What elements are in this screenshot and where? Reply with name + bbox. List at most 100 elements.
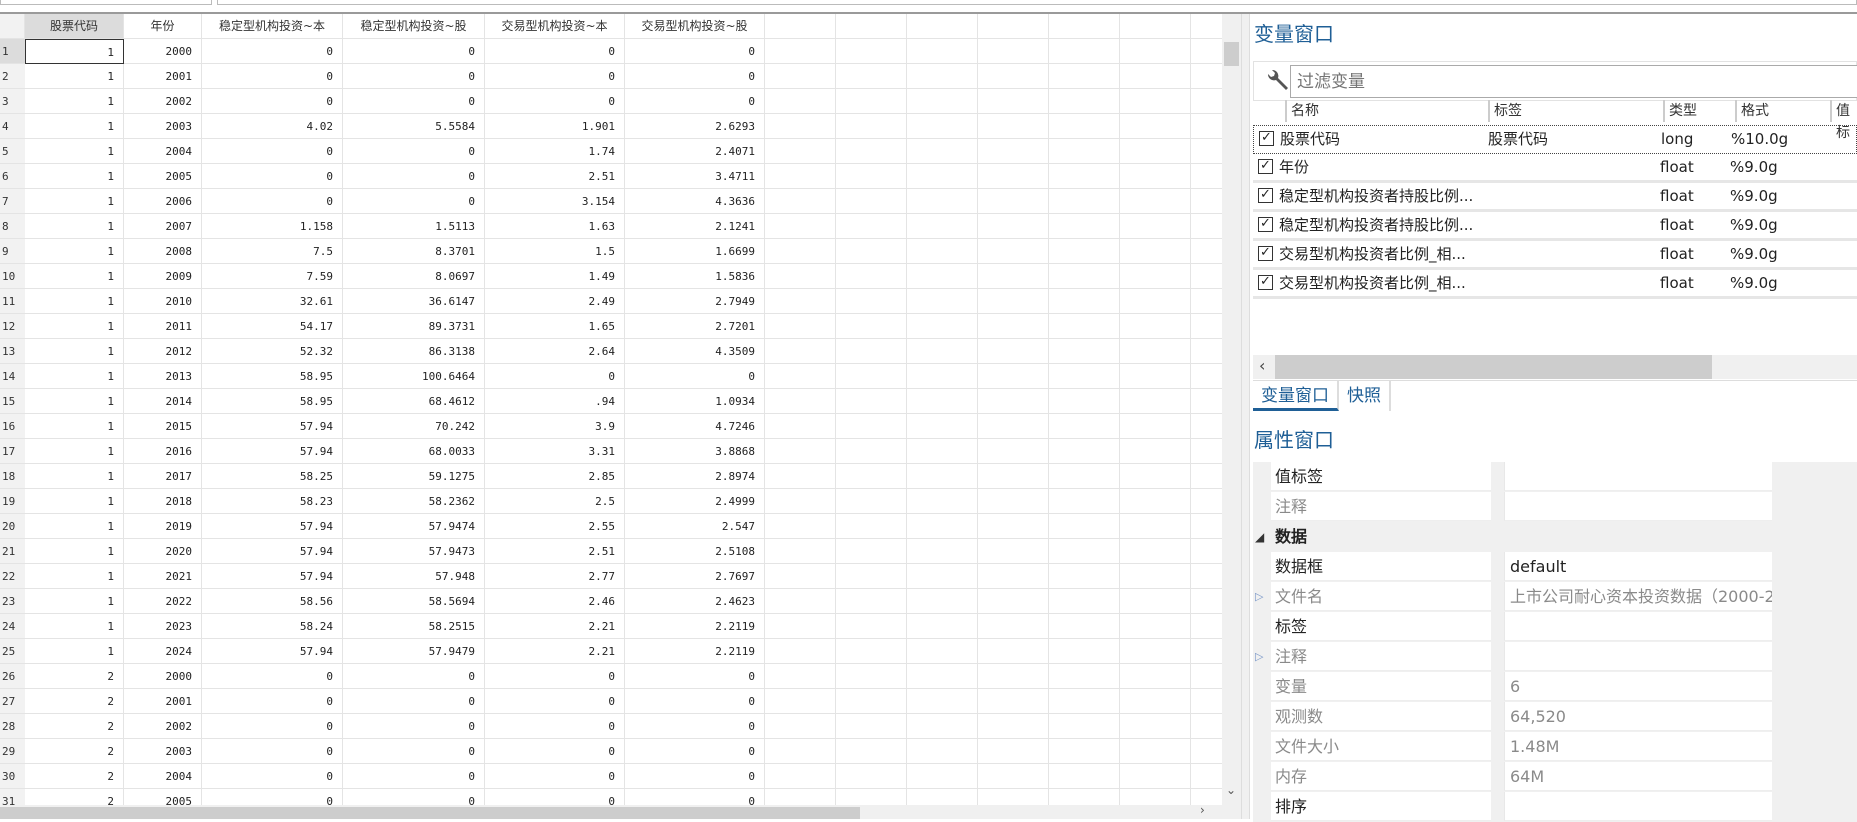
empty-cell[interactable]	[978, 89, 1049, 114]
table-cell[interactable]: 3.4711	[625, 164, 765, 189]
empty-cell[interactable]	[1049, 764, 1120, 789]
empty-cell[interactable]	[1191, 139, 1222, 164]
empty-cell[interactable]	[1120, 339, 1191, 364]
table-cell[interactable]: 4.7246	[625, 414, 765, 439]
empty-cell[interactable]	[907, 789, 978, 805]
table-cell[interactable]: 1	[25, 214, 124, 239]
table-cell[interactable]: 2004	[124, 139, 202, 164]
empty-cell[interactable]	[907, 664, 978, 689]
empty-cell[interactable]	[978, 214, 1049, 239]
empty-cell[interactable]	[1191, 389, 1222, 414]
table-cell[interactable]: 2	[25, 739, 124, 764]
empty-cell[interactable]	[836, 539, 907, 564]
empty-cell[interactable]	[1049, 514, 1120, 539]
empty-cell[interactable]	[1049, 239, 1120, 264]
table-cell[interactable]: 100.6464	[343, 364, 485, 389]
empty-cell[interactable]	[907, 589, 978, 614]
empty-cell[interactable]	[1049, 489, 1120, 514]
table-cell[interactable]: 2005	[124, 789, 202, 805]
table-cell[interactable]: 0	[625, 764, 765, 789]
property-row[interactable]: 注释	[1253, 492, 1857, 522]
table-cell[interactable]: 0	[485, 689, 625, 714]
empty-cell[interactable]	[978, 514, 1049, 539]
table-cell[interactable]: 1.5836	[625, 264, 765, 289]
empty-cell[interactable]	[1120, 789, 1191, 805]
empty-cell[interactable]	[836, 614, 907, 639]
empty-cell[interactable]	[1049, 714, 1120, 739]
table-cell[interactable]: 1	[25, 439, 124, 464]
empty-cell[interactable]	[765, 314, 836, 339]
table-cell[interactable]: 1	[25, 289, 124, 314]
property-row[interactable]: 内存 64M	[1253, 762, 1857, 792]
data-grid[interactable]: 股票代码 年份 稳定型机构投资~本 稳定型机构投资~股 交易型机构投资~本 交易型机构投资…	[0, 14, 1222, 805]
empty-cell[interactable]	[907, 214, 978, 239]
table-cell[interactable]: 2	[25, 689, 124, 714]
empty-cell[interactable]	[765, 364, 836, 389]
variable-row[interactable]: ✓ 交易型机构投资者比例_相... float %9.0g	[1253, 270, 1857, 299]
column-header[interactable]: 交易型机构投资~本	[485, 14, 625, 39]
table-cell[interactable]: 2.4071	[625, 139, 765, 164]
checkbox-checked[interactable]: ✓	[1258, 275, 1273, 290]
checkbox-checked[interactable]: ✓	[1259, 131, 1274, 146]
empty-cell[interactable]	[1049, 189, 1120, 214]
empty-cell[interactable]	[836, 589, 907, 614]
empty-cell[interactable]	[836, 114, 907, 139]
table-cell[interactable]: 2005	[124, 164, 202, 189]
row-number[interactable]: 28	[0, 714, 25, 739]
row-number[interactable]: 6	[0, 164, 25, 189]
table-cell[interactable]: 0	[343, 764, 485, 789]
empty-cell[interactable]	[836, 664, 907, 689]
table-cell[interactable]: 59.1275	[343, 464, 485, 489]
table-cell[interactable]: 5.5584	[343, 114, 485, 139]
empty-cell[interactable]	[1120, 564, 1191, 589]
empty-cell[interactable]	[907, 189, 978, 214]
empty-cell[interactable]	[1120, 264, 1191, 289]
column-header[interactable]: 年份	[124, 14, 202, 39]
table-cell[interactable]: .94	[485, 389, 625, 414]
empty-cell[interactable]	[836, 214, 907, 239]
column-header-name[interactable]: 名称	[1285, 100, 1319, 122]
empty-cell[interactable]	[1049, 289, 1120, 314]
table-cell[interactable]: 57.9474	[343, 514, 485, 539]
empty-cell[interactable]	[1191, 639, 1222, 664]
empty-cell[interactable]	[1120, 589, 1191, 614]
table-cell[interactable]: 3.8868	[625, 439, 765, 464]
table-cell[interactable]: 2008	[124, 239, 202, 264]
empty-cell[interactable]	[978, 239, 1049, 264]
table-cell[interactable]: 0	[343, 789, 485, 805]
empty-cell[interactable]	[836, 364, 907, 389]
empty-cell[interactable]	[1191, 89, 1222, 114]
table-cell[interactable]: 58.2515	[343, 614, 485, 639]
table-cell[interactable]: 0	[625, 89, 765, 114]
table-cell[interactable]: 2.7201	[625, 314, 765, 339]
table-cell[interactable]: 2018	[124, 489, 202, 514]
empty-column-header[interactable]	[836, 14, 907, 39]
table-cell[interactable]: 2.8974	[625, 464, 765, 489]
empty-cell[interactable]	[1120, 714, 1191, 739]
table-cell[interactable]: 0	[485, 714, 625, 739]
table-cell[interactable]: 2	[25, 789, 124, 805]
empty-cell[interactable]	[1120, 314, 1191, 339]
table-cell[interactable]: 2.77	[485, 564, 625, 589]
table-cell[interactable]: 0	[625, 39, 765, 64]
table-cell[interactable]: 1	[25, 589, 124, 614]
table-cell[interactable]: 1	[25, 514, 124, 539]
table-cell[interactable]: 1	[25, 614, 124, 639]
empty-cell[interactable]	[1120, 514, 1191, 539]
table-cell[interactable]: 57.94	[202, 564, 343, 589]
table-cell[interactable]: 58.56	[202, 589, 343, 614]
table-cell[interactable]: 2.7949	[625, 289, 765, 314]
empty-cell[interactable]	[1120, 89, 1191, 114]
empty-cell[interactable]	[978, 789, 1049, 805]
table-cell[interactable]: 2015	[124, 414, 202, 439]
empty-cell[interactable]	[765, 789, 836, 805]
empty-cell[interactable]	[765, 514, 836, 539]
empty-cell[interactable]	[1191, 339, 1222, 364]
table-cell[interactable]: 1.49	[485, 264, 625, 289]
table-cell[interactable]: 7.5	[202, 239, 343, 264]
empty-cell[interactable]	[1191, 39, 1222, 64]
table-cell[interactable]: 0	[625, 689, 765, 714]
property-row[interactable]: 排序	[1253, 792, 1857, 822]
table-cell[interactable]: 2.51	[485, 539, 625, 564]
empty-cell[interactable]	[907, 289, 978, 314]
